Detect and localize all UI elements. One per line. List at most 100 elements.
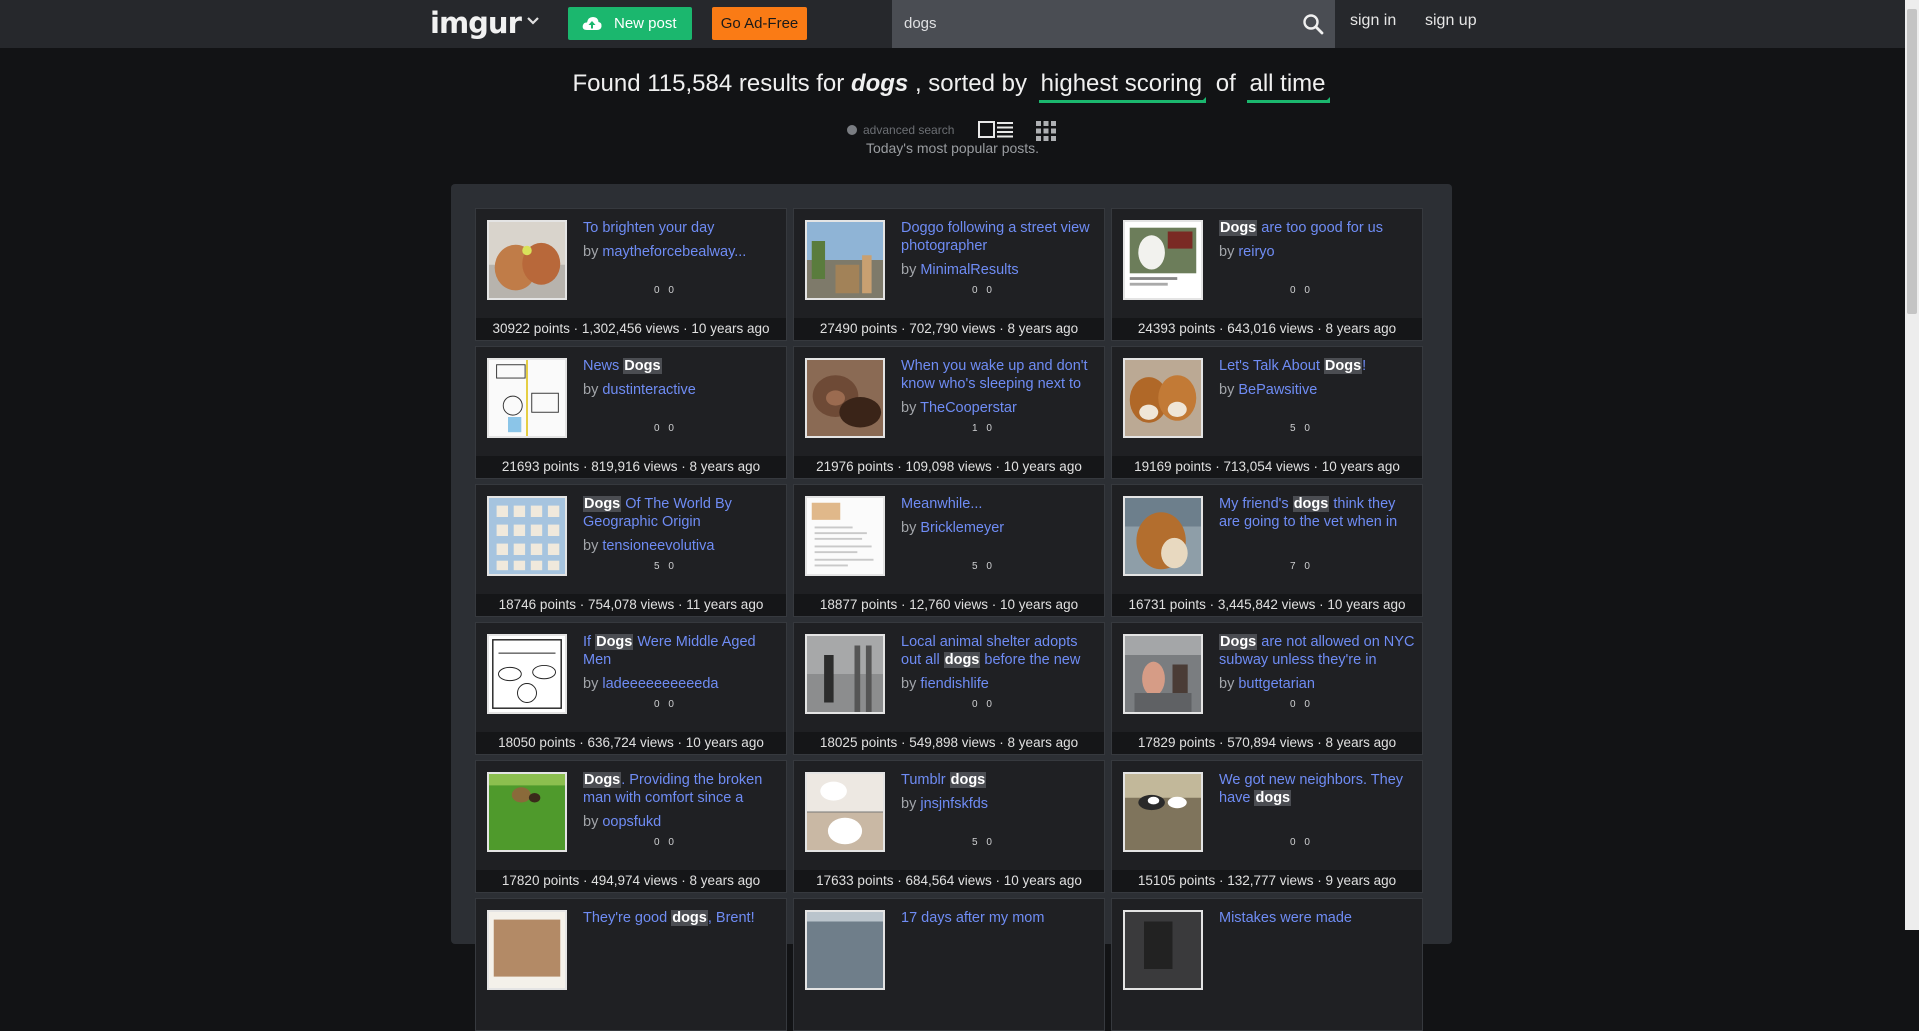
- result-thumbnail[interactable]: [1123, 910, 1203, 990]
- search-icon[interactable]: [1302, 13, 1324, 35]
- result-indicator-dots: 1 0: [972, 423, 995, 434]
- chevron-down-icon[interactable]: [525, 13, 541, 29]
- author-link[interactable]: MinimalResults: [920, 262, 1018, 278]
- search-query: dogs: [850, 70, 909, 97]
- search-input[interactable]: [900, 10, 1288, 36]
- result-title-link[interactable]: Dogs are not allowed on NYC subway unles…: [1219, 633, 1415, 669]
- result-card[interactable]: Dogs are not allowed on NYC subway unles…: [1111, 622, 1423, 755]
- result-title-link[interactable]: Let's Talk About Dogs!: [1219, 357, 1415, 375]
- result-thumbnail[interactable]: [1123, 634, 1203, 714]
- result-card[interactable]: My friend's dogs think they are going to…: [1111, 484, 1423, 617]
- result-age: 8 years ago: [689, 873, 761, 888]
- author-link[interactable]: Bricklemeyer: [920, 520, 1004, 536]
- title-keyword-highlight: dogs: [1254, 790, 1292, 806]
- time-range-dropdown[interactable]: all time: [1247, 70, 1330, 103]
- result-card[interactable]: Dogs are too good for us by reiryo 0 0 2439…: [1111, 208, 1423, 341]
- result-stats: 18877 points · 12,760 views · 10 years a…: [794, 594, 1104, 616]
- advanced-search-label: advanced search: [863, 123, 955, 137]
- sign-in-link[interactable]: sign in: [1350, 12, 1396, 30]
- imgur-logo[interactable]: imgur: [430, 4, 522, 42]
- author-link[interactable]: TheCooperstar: [920, 400, 1017, 416]
- result-thumbnail[interactable]: [487, 910, 567, 990]
- result-thumbnail[interactable]: [805, 496, 885, 576]
- result-title-link[interactable]: Mistakes were made: [1219, 909, 1415, 927]
- author-link[interactable]: dustinteractive: [602, 382, 696, 398]
- result-title-link[interactable]: Dogs Of The World By Geographic Origin: [583, 495, 779, 531]
- result-card[interactable]: Dogs Of The World By Geographic Origin by…: [475, 484, 787, 617]
- result-card[interactable]: Mistakes were made: [1111, 898, 1423, 1031]
- result-card[interactable]: They're good dogs, Brent!: [475, 898, 787, 1031]
- result-thumbnail[interactable]: [1123, 496, 1203, 576]
- result-title-link[interactable]: My friend's dogs think they are going to…: [1219, 495, 1415, 531]
- author-link[interactable]: oopsfukd: [602, 814, 661, 830]
- result-card[interactable]: Meanwhile... by Bricklemeyer 5 0 18877 poin…: [793, 484, 1105, 617]
- result-points: 17633 points: [816, 873, 894, 888]
- title-text: , Brent!: [707, 910, 755, 926]
- result-card[interactable]: Dogs. Providing the broken man with comf…: [475, 760, 787, 893]
- stats-separator: ·: [1211, 459, 1224, 474]
- author-link[interactable]: buttgetarian: [1238, 676, 1315, 692]
- result-card[interactable]: Let's Talk About Dogs! by BePawsitive 5 0 1…: [1111, 346, 1423, 479]
- result-thumbnail[interactable]: [1123, 772, 1203, 852]
- result-thumbnail[interactable]: [487, 772, 567, 852]
- result-card[interactable]: News Dogs by dustinteractive 0 0 21693 poin…: [475, 346, 787, 479]
- result-indicator-dots: 5 0: [972, 561, 995, 572]
- author-prefix: by: [583, 814, 603, 830]
- result-card[interactable]: Doggo following a street view photograph…: [793, 208, 1105, 341]
- result-card[interactable]: Tumblr dogs by jnsjnfskfds 5 0 17633 points…: [793, 760, 1105, 893]
- stats-separator: ·: [988, 597, 1001, 612]
- page-scrollbar[interactable]: [1905, 0, 1919, 930]
- result-title-link[interactable]: Local animal shelter adopts out all dogs…: [901, 633, 1097, 669]
- advanced-search-link[interactable]: advanced search: [847, 123, 954, 137]
- result-title-link[interactable]: Tumblr dogs: [901, 771, 1097, 789]
- go-ad-free-button[interactable]: Go Ad-Free: [712, 7, 807, 40]
- result-title-link[interactable]: Doggo following a street view photograph…: [901, 219, 1097, 255]
- result-thumbnail[interactable]: [487, 220, 567, 300]
- result-thumbnail[interactable]: [487, 358, 567, 438]
- result-title-link[interactable]: They're good dogs, Brent!: [583, 909, 779, 927]
- sign-up-link[interactable]: sign up: [1425, 12, 1477, 30]
- title-text: are too good for us: [1257, 220, 1383, 236]
- result-title-link[interactable]: Dogs. Providing the broken man with comf…: [583, 771, 779, 807]
- result-card[interactable]: To brighten your day by maytheforcebealwa…: [475, 208, 787, 341]
- result-age: 10 years ago: [691, 321, 770, 336]
- result-thumbnail[interactable]: [805, 634, 885, 714]
- new-post-button[interactable]: New post: [568, 7, 692, 40]
- result-thumbnail[interactable]: [487, 496, 567, 576]
- list-view-icon[interactable]: [978, 121, 1014, 139]
- stats-separator: ·: [673, 735, 686, 750]
- result-title-link[interactable]: We got new neighbors. They have dogs: [1219, 771, 1415, 807]
- result-title-link[interactable]: When you wake up and don't know who's sl…: [901, 357, 1097, 393]
- result-card[interactable]: We got new neighbors. They have dogs 0 0 1…: [1111, 760, 1423, 893]
- author-link[interactable]: jnsjnfskfds: [920, 796, 988, 812]
- result-card[interactable]: When you wake up and don't know who's sl…: [793, 346, 1105, 479]
- result-author: by fiendishlife: [901, 676, 989, 692]
- grid-view-icon[interactable]: [1036, 121, 1056, 141]
- author-link[interactable]: tensioneevolutiva: [602, 538, 714, 554]
- result-thumbnail[interactable]: [1123, 220, 1203, 300]
- result-card[interactable]: Local animal shelter adopts out all dogs…: [793, 622, 1105, 755]
- result-card[interactable]: 17 days after my mom: [793, 898, 1105, 1031]
- result-title-link[interactable]: Meanwhile...: [901, 495, 1097, 513]
- result-title-link[interactable]: If Dogs Were Middle Aged Men: [583, 633, 779, 669]
- result-thumbnail[interactable]: [805, 358, 885, 438]
- result-title-link[interactable]: Dogs are too good for us: [1219, 219, 1415, 237]
- scrollbar-thumb[interactable]: [1907, 9, 1917, 314]
- author-link[interactable]: ladeeeeeeeeeeda: [602, 676, 718, 692]
- result-title-link[interactable]: To brighten your day: [583, 219, 779, 237]
- author-link[interactable]: reiryo: [1238, 244, 1274, 260]
- author-link[interactable]: fiendishlife: [920, 676, 989, 692]
- result-thumbnail[interactable]: [805, 910, 885, 990]
- result-indicator-dots: 0 0: [972, 699, 995, 710]
- sort-dropdown[interactable]: highest scoring: [1038, 70, 1207, 103]
- result-thumbnail[interactable]: [487, 634, 567, 714]
- author-link[interactable]: maytheforcebealway...: [602, 244, 746, 260]
- result-thumbnail[interactable]: [805, 772, 885, 852]
- author-link[interactable]: BePawsitive: [1238, 382, 1317, 398]
- result-card[interactable]: If Dogs Were Middle Aged Men by ladeeeeee…: [475, 622, 787, 755]
- title-keyword-highlight: Dogs: [583, 772, 622, 788]
- result-thumbnail[interactable]: [805, 220, 885, 300]
- result-title-link[interactable]: News Dogs: [583, 357, 779, 375]
- result-title-link[interactable]: 17 days after my mom: [901, 909, 1097, 927]
- result-thumbnail[interactable]: [1123, 358, 1203, 438]
